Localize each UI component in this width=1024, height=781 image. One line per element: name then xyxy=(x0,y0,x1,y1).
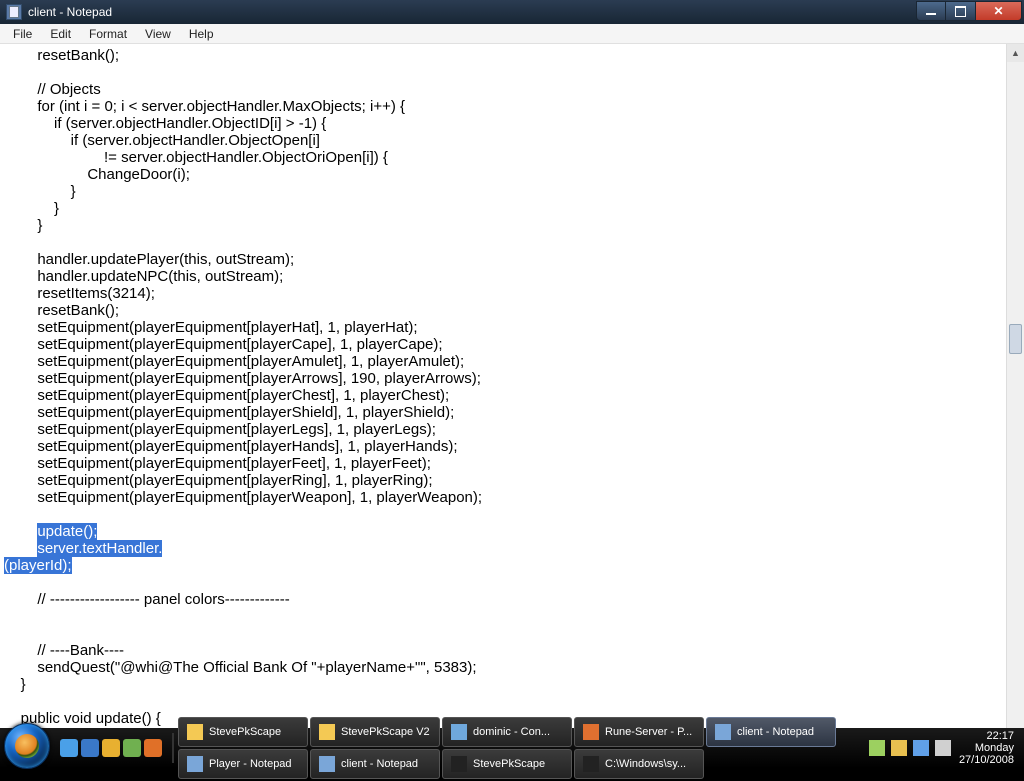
menu-help[interactable]: Help xyxy=(180,25,223,43)
tray-battery-icon[interactable] xyxy=(891,740,907,756)
window-title: client - Notepad xyxy=(28,5,112,19)
clock-day: Monday xyxy=(959,742,1014,754)
titlebar[interactable]: client - Notepad xyxy=(0,0,1024,24)
system-tray: 22:17 Monday 27/10/2008 xyxy=(859,730,1024,766)
text-editor[interactable]: resetBank(); // Objects for (int i = 0; … xyxy=(0,44,1006,768)
task-label: C:\Windows\sy... xyxy=(605,758,686,770)
app-icon xyxy=(6,4,22,20)
taskbar-item[interactable]: client - Notepad xyxy=(310,749,440,779)
task-icon xyxy=(583,724,599,740)
menu-file[interactable]: File xyxy=(4,25,41,43)
task-label: client - Notepad xyxy=(341,758,418,770)
selection: server.textHandler. xyxy=(37,540,162,557)
clock-date: 27/10/2008 xyxy=(959,754,1014,766)
taskbar-item[interactable]: StevePkScape xyxy=(178,717,308,747)
clock[interactable]: 22:17 Monday 27/10/2008 xyxy=(959,730,1014,766)
task-label: StevePkScape xyxy=(209,726,281,738)
task-label: Player - Notepad xyxy=(209,758,292,770)
code-post: // ------------------ panel colors------… xyxy=(4,591,477,727)
menubar: File Edit Format View Help xyxy=(0,24,1024,44)
quicklaunch-ie-icon[interactable] xyxy=(81,739,99,757)
task-icon xyxy=(319,724,335,740)
task-icon xyxy=(451,756,467,772)
scroll-thumb[interactable] xyxy=(1009,324,1022,354)
task-label: StevePkScape xyxy=(473,758,545,770)
taskbar-item[interactable]: C:\Windows\sy... xyxy=(574,749,704,779)
task-label: StevePkScape V2 xyxy=(341,726,430,738)
quicklaunch-tool-icon[interactable] xyxy=(123,739,141,757)
clock-time: 22:17 xyxy=(959,730,1014,742)
quicklaunch-safari-icon[interactable] xyxy=(60,739,78,757)
taskbar-item[interactable]: Rune-Server - P... xyxy=(574,717,704,747)
task-icon xyxy=(319,756,335,772)
task-icon xyxy=(187,756,203,772)
taskbar-item[interactable]: StevePkScape V2 xyxy=(310,717,440,747)
quick-launch xyxy=(54,739,168,757)
scroll-up-button[interactable]: ▲ xyxy=(1007,44,1024,62)
taskbar-row: StevePkScape StevePkScape V2 dominic - Con… xyxy=(178,717,859,747)
taskbar: StevePkScape StevePkScape V2 dominic - Con… xyxy=(0,728,1024,768)
maximize-button[interactable] xyxy=(946,1,976,21)
selection: update(); xyxy=(37,523,97,540)
selection: (playerId); xyxy=(4,557,72,574)
tray-volume-icon[interactable] xyxy=(935,740,951,756)
start-button[interactable] xyxy=(4,723,50,769)
task-icon xyxy=(715,724,731,740)
tray-msn-icon[interactable] xyxy=(913,740,929,756)
task-label: dominic - Con... xyxy=(473,726,550,738)
menu-edit[interactable]: Edit xyxy=(41,25,80,43)
code-pre: resetBank(); // Objects for (int i = 0; … xyxy=(4,47,482,506)
quicklaunch-firefox-icon[interactable] xyxy=(144,739,162,757)
taskbar-row: Player - Notepad client - Notepad StevePkS… xyxy=(178,749,859,779)
minimize-button[interactable] xyxy=(916,1,946,21)
menu-format[interactable]: Format xyxy=(80,25,136,43)
notepad-window: client - Notepad File Edit Format View H… xyxy=(0,0,1024,768)
task-icon xyxy=(451,724,467,740)
task-label: client - Notepad xyxy=(737,726,814,738)
vertical-scrollbar[interactable]: ▲ ▼ xyxy=(1006,44,1024,768)
taskbar-item[interactable]: dominic - Con... xyxy=(442,717,572,747)
task-icon xyxy=(187,724,203,740)
taskbar-item[interactable]: StevePkScape xyxy=(442,749,572,779)
close-button[interactable] xyxy=(976,1,1022,21)
tray-user-icon[interactable] xyxy=(869,740,885,756)
taskbar-item[interactable]: Player - Notepad xyxy=(178,749,308,779)
quicklaunch-chrome-icon[interactable] xyxy=(102,739,120,757)
menu-view[interactable]: View xyxy=(136,25,180,43)
task-label: Rune-Server - P... xyxy=(605,726,692,738)
task-icon xyxy=(583,756,599,772)
taskbar-item[interactable]: client - Notepad xyxy=(706,717,836,747)
